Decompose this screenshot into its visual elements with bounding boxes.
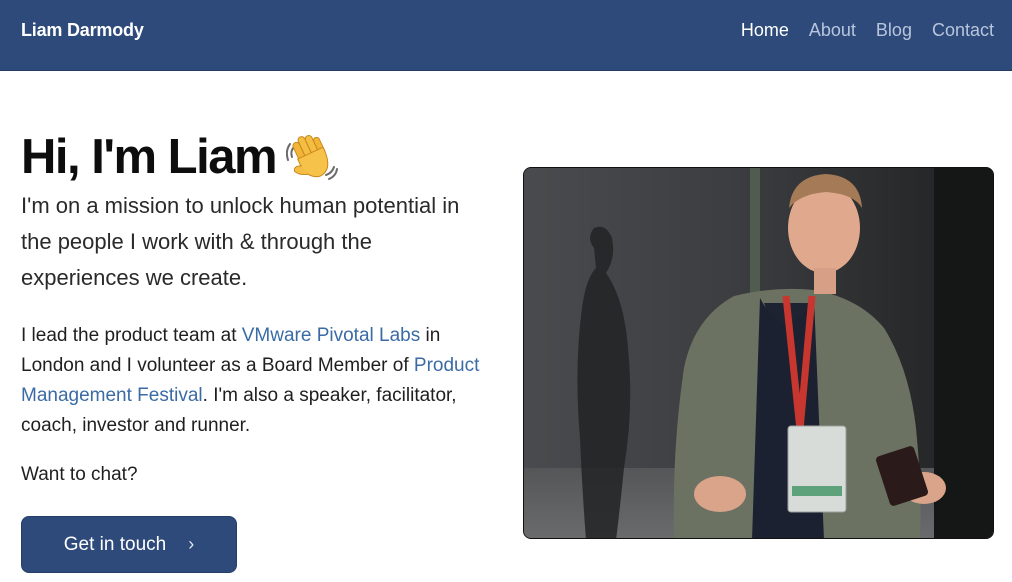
- hero-title-text: Hi, I'm Liam: [21, 130, 278, 184]
- tagline: I'm on a mission to unlock human potenti…: [21, 193, 460, 290]
- bio-text-1: I lead the product team at: [21, 325, 242, 346]
- top-navbar: Liam Darmody Home About Blog Contact: [0, 0, 1012, 71]
- chat-prompt: Want to chat?: [21, 464, 138, 485]
- vmware-pivotal-labs-link[interactable]: VMware Pivotal Labs: [242, 325, 420, 346]
- nav-about[interactable]: About: [809, 20, 856, 41]
- nav-blog[interactable]: Blog: [876, 20, 912, 41]
- nav-contact[interactable]: Contact: [932, 20, 994, 41]
- hero-text: Hi, I'm Liam I'm on a mission to unlock …: [21, 128, 501, 490]
- chevron-right-icon: ›: [188, 534, 195, 554]
- brand-link[interactable]: Liam Darmody: [21, 20, 144, 41]
- waving-hand-icon: [285, 131, 339, 183]
- nav-links: Home About Blog Contact: [741, 20, 994, 41]
- speaker-photo: [523, 167, 994, 539]
- nav-home[interactable]: Home: [741, 20, 789, 41]
- page-title: Hi, I'm Liam: [21, 128, 501, 186]
- get-in-touch-label: Get in touch: [63, 533, 167, 555]
- bio-paragraph: I lead the product team at VMware Pivota…: [21, 321, 491, 441]
- get-in-touch-button[interactable]: Get in touch ›: [21, 516, 237, 573]
- speaker-photo-illustration: [524, 168, 993, 538]
